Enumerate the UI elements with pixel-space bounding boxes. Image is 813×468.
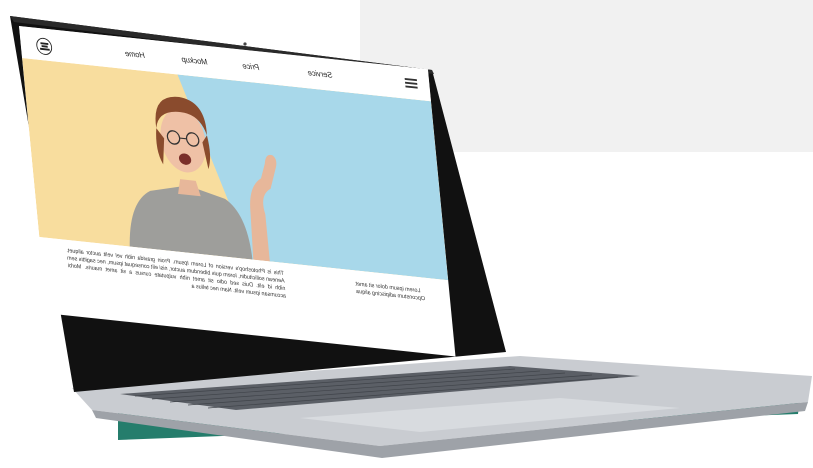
menu-icon[interactable] (404, 76, 418, 89)
nav-mockup[interactable]: Mockup (181, 54, 208, 66)
intro-text-left: Lorem ipsum dolor sit amet Opconstum adi… (355, 280, 426, 303)
nav-home[interactable]: Home (124, 48, 145, 60)
nav-service[interactable]: Service (307, 68, 333, 80)
nav-price[interactable]: Price (242, 61, 260, 72)
logo-icon[interactable] (35, 37, 53, 56)
browser-viewport: Home Mockup Price Service Lorem ipsum do… (19, 26, 456, 357)
